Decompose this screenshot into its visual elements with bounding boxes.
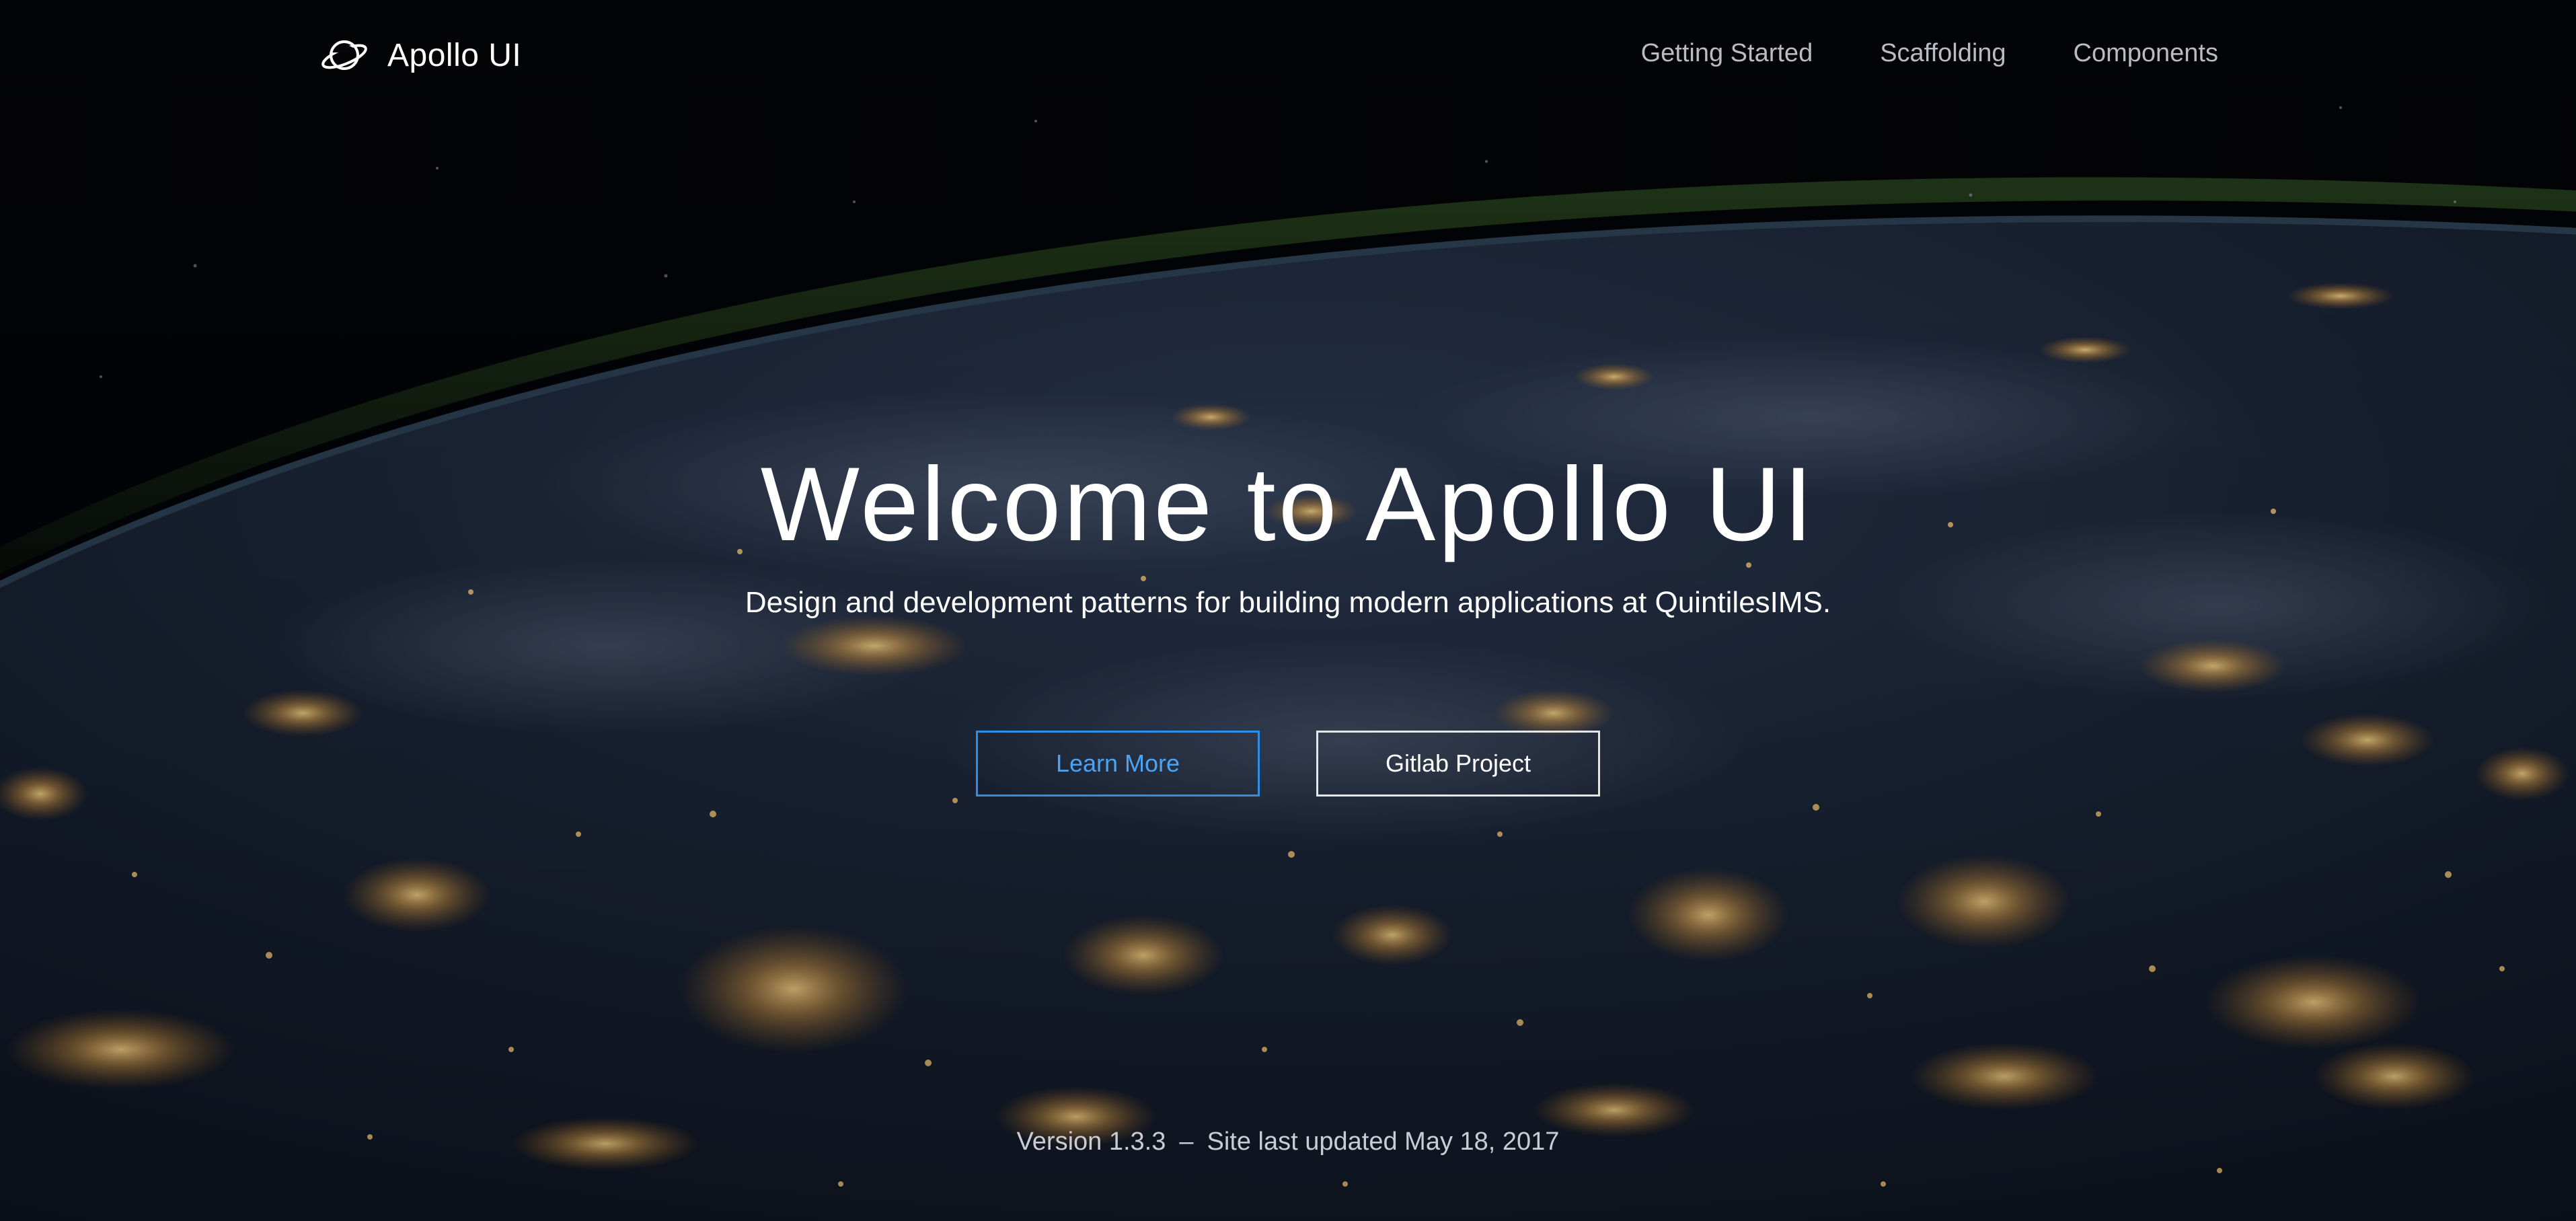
learn-more-button[interactable]: Learn More xyxy=(976,731,1260,797)
top-header: Apollo UI Getting Started Scaffolding Co… xyxy=(0,0,2576,108)
brand-logo[interactable]: Apollo UI xyxy=(319,30,521,81)
footer: Version 1.3.3– Site last updated May 18, … xyxy=(0,1127,2576,1156)
main-nav: Getting Started Scaffolding Components xyxy=(1641,39,2218,68)
hero-subtitle: Design and development patterns for buil… xyxy=(745,586,1831,619)
footer-separator: – xyxy=(1179,1127,1194,1156)
nav-components[interactable]: Components xyxy=(2074,39,2218,68)
nav-scaffolding[interactable]: Scaffolding xyxy=(1880,39,2006,68)
landing-page: Apollo UI Getting Started Scaffolding Co… xyxy=(0,0,2576,1221)
hero-buttons: Learn More Gitlab Project xyxy=(0,731,2576,797)
brand-name: Apollo UI xyxy=(387,37,522,73)
last-updated-text: Site last updated May 18, 2017 xyxy=(1207,1127,1560,1156)
nav-getting-started[interactable]: Getting Started xyxy=(1641,39,1813,68)
version-text: Version 1.3.3 xyxy=(1016,1127,1166,1156)
hero-title: Welcome to Apollo UI xyxy=(760,446,1816,563)
hero-section: Welcome to Apollo UI Design and developm… xyxy=(0,444,2576,622)
planet-icon xyxy=(321,40,367,70)
gitlab-project-button[interactable]: Gitlab Project xyxy=(1316,731,1600,797)
